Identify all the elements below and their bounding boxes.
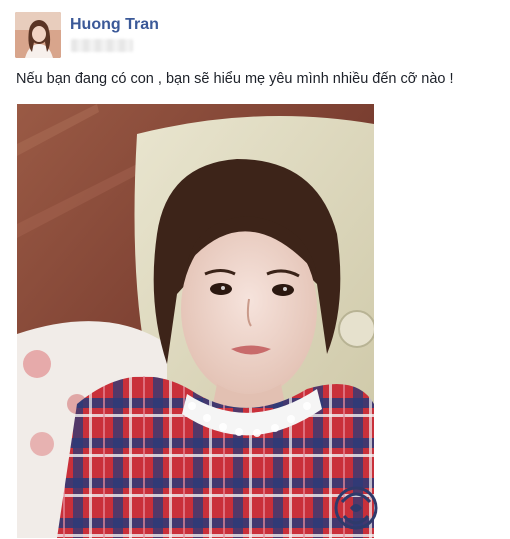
logo-watermark-icon bbox=[330, 482, 382, 534]
post-timestamp-blurred bbox=[71, 39, 133, 52]
avatar-image bbox=[15, 12, 61, 58]
facebook-post: Huong Tran Nếu bạn đang có con , bạn sẽ … bbox=[0, 0, 510, 538]
post-caption: Nếu bạn đang có con , bạn sẽ hiểu mẹ yêu… bbox=[16, 71, 454, 87]
author-name[interactable]: Huong Tran bbox=[70, 16, 159, 34]
author-avatar[interactable] bbox=[15, 12, 61, 58]
photo-illustration bbox=[17, 104, 374, 538]
post-photo[interactable] bbox=[17, 104, 374, 538]
